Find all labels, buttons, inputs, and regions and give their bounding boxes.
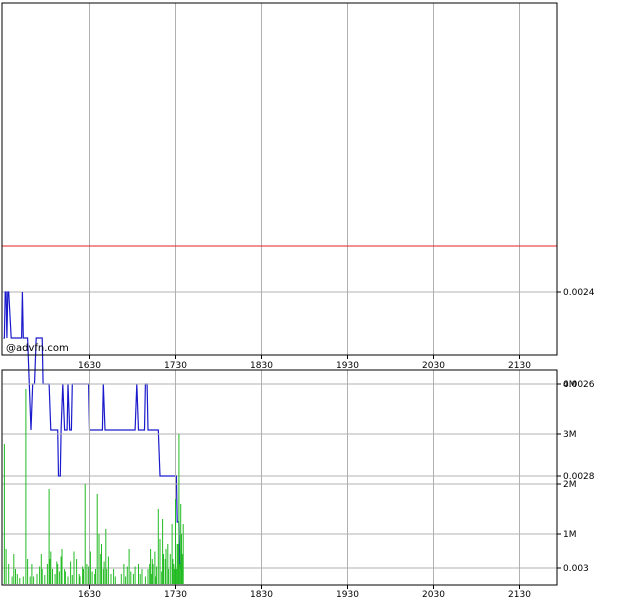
volume-y-tick-label: 4M <box>563 380 577 390</box>
price-y-tick-label: 0.003 <box>563 564 589 574</box>
advfn-watermark: @advfn.com <box>6 343 69 354</box>
volume-y-tick-label: 3M <box>563 430 577 440</box>
volume-y-tick-label: 1M <box>563 530 577 540</box>
price-volume-chart: 0.0030.00280.00260.0024 1630 1730 1830 1930… <box>1 2 595 600</box>
volume-panel: 4M 3M 2M 1M 1630 1730 1830 1930 2030 2130 <box>1 369 577 600</box>
volume-x-tick-label: 1930 <box>336 590 359 600</box>
price-y-tick-label: 0.0024 <box>563 288 595 298</box>
volume-x-ticks: 1630 1730 1830 1930 2030 2130 <box>78 585 531 600</box>
price-x-ticks: 1630 1730 1830 1930 2030 2130 <box>78 355 531 371</box>
price-panel: 0.0030.00280.00260.0024 1630 1730 1830 1930… <box>1 2 595 574</box>
volume-x-tick-label: 1630 <box>78 590 101 600</box>
volume-x-tick-label: 1830 <box>250 590 273 600</box>
volume-x-tick-label: 2130 <box>508 590 531 600</box>
price-line <box>3 291 182 569</box>
price-frame <box>1 2 558 356</box>
volume-x-tick-label: 1730 <box>164 590 187 600</box>
price-grid <box>2 3 557 569</box>
volume-x-tick-label: 2030 <box>422 590 445 600</box>
volume-y-ticks: 4M 3M 2M 1M <box>557 380 577 540</box>
volume-y-tick-label: 2M <box>563 480 577 490</box>
